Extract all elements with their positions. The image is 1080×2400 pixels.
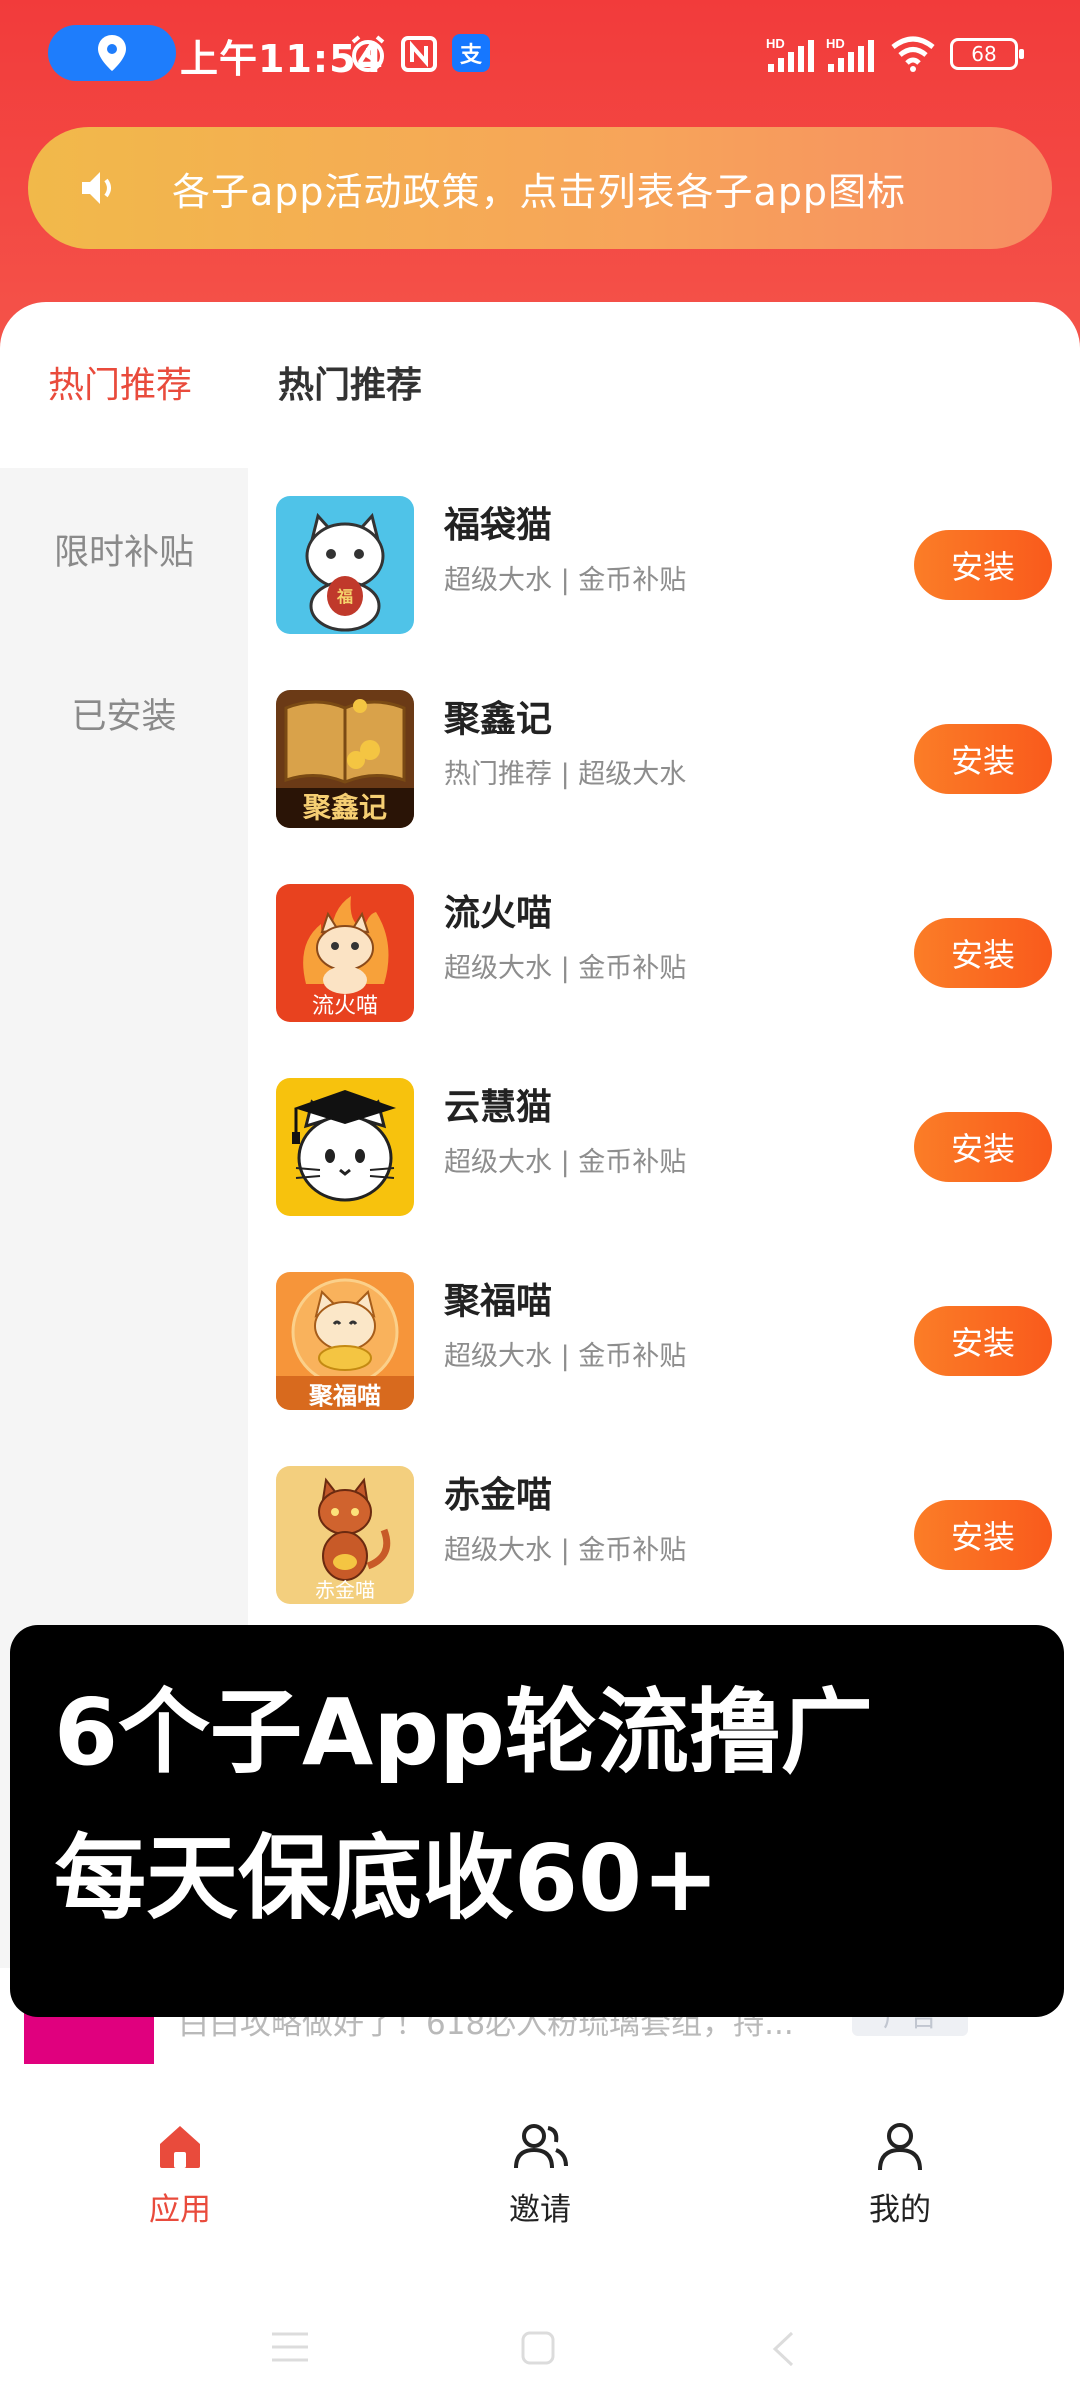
- app-icon-liuhuomiao[interactable]: 流火喵: [276, 884, 414, 1022]
- svg-text:福: 福: [336, 587, 353, 606]
- app-name: 流火喵: [444, 893, 553, 934]
- location-pin-icon: [98, 35, 126, 71]
- app-name: 福袋猫: [444, 505, 553, 546]
- home-icon: [160, 2126, 200, 2168]
- list-item: 云慧猫 超级大水 | 金币补贴 安装: [248, 1050, 1080, 1244]
- app-name: 聚鑫记: [444, 699, 553, 740]
- back-icon[interactable]: [770, 2330, 796, 2368]
- system-nav-bar: [0, 2290, 1080, 2400]
- notice-banner[interactable]: 各子app活动政策，点击列表各子app图标: [28, 127, 1052, 249]
- nav-label-apps: 应用: [149, 2192, 211, 2228]
- caption-line-2: 每天保底收60+: [54, 1825, 720, 1932]
- notice-text: 各子app活动政策，点击列表各子app图标: [172, 169, 907, 214]
- app-tags: 超级大水 | 金币补贴: [444, 1341, 687, 1372]
- promo-caption-overlay: 6个子App轮流撸广 每天保底收60+: [10, 1625, 1064, 2017]
- app-tags: 超级大水 | 金币补贴: [444, 953, 687, 984]
- caption-line-1: 6个子App轮流撸广: [54, 1679, 873, 1786]
- battery-indicator: 68: [950, 38, 1024, 70]
- nav-item-invite[interactable]: 邀请: [460, 2120, 620, 2230]
- tab-hot-recommend-active[interactable]: 热门推荐: [48, 356, 192, 408]
- nav-label-me: 我的: [869, 2192, 931, 2228]
- install-button[interactable]: 安装: [914, 724, 1052, 794]
- status-bar: 上午11:54 支 HD HD 68: [0, 0, 1080, 110]
- list-item: 聚鑫记 聚鑫记 热门推荐 | 超级大水 安装: [248, 662, 1080, 856]
- install-button[interactable]: 安装: [914, 1500, 1052, 1570]
- app-icon-chijinmiao[interactable]: 赤金喵: [276, 1466, 414, 1604]
- app-name: 赤金喵: [444, 1475, 553, 1516]
- home-button-icon[interactable]: [520, 2330, 556, 2366]
- profile-icon: [878, 2123, 922, 2171]
- location-pill[interactable]: [48, 25, 176, 81]
- signal-icon-1: HD: [766, 32, 822, 76]
- sidebar-item-limited-subsidy[interactable]: 限时补贴: [0, 524, 248, 575]
- wifi-icon: [890, 32, 936, 76]
- app-icon-jufumiao[interactable]: 聚福喵: [276, 1272, 414, 1410]
- app-tags: 热门推荐 | 超级大水: [444, 759, 687, 790]
- app-icon-caption: 赤金喵: [315, 1578, 375, 1602]
- nav-label-invite: 邀请: [509, 2192, 571, 2228]
- app-tags: 超级大水 | 金币补贴: [444, 1535, 687, 1566]
- app-icon-caption: 流火喵: [311, 994, 378, 1019]
- list-item: 流火喵 流火喵 超级大水 | 金币补贴 安装: [248, 856, 1080, 1050]
- app-icon-juxinji[interactable]: 聚鑫记: [276, 690, 414, 828]
- speaker-icon: [82, 172, 111, 204]
- tab-hot-recommend[interactable]: 热门推荐: [278, 356, 422, 408]
- app-tags: 超级大水 | 金币补贴: [444, 565, 687, 596]
- signal-icon-2: HD: [826, 32, 882, 76]
- list-item: 聚福喵 聚福喵 超级大水 | 金币补贴 安装: [248, 1244, 1080, 1438]
- users-icon: [514, 2124, 568, 2169]
- list-item: 赤金喵 赤金喵 超级大水 | 金币补贴 安装: [248, 1438, 1080, 1632]
- nav-item-apps[interactable]: 应用: [100, 2120, 260, 2230]
- nfc-icon: [400, 32, 438, 76]
- app-icon-fudaimao[interactable]: 福: [276, 496, 414, 634]
- app-name: 云慧猫: [444, 1087, 553, 1128]
- install-button[interactable]: 安装: [914, 1306, 1052, 1376]
- alipay-icon: 支: [452, 34, 490, 72]
- app-name: 聚福喵: [444, 1281, 553, 1322]
- install-button[interactable]: 安装: [914, 530, 1052, 600]
- alarm-icon: [348, 32, 388, 76]
- app-icon-caption: 聚福喵: [309, 1382, 381, 1410]
- menu-icon[interactable]: [270, 2330, 310, 2364]
- sidebar-item-installed[interactable]: 已安装: [0, 688, 248, 739]
- bottom-nav: 应用 邀请 我的: [0, 2080, 1080, 2228]
- svg-text:HD: HD: [766, 36, 785, 51]
- nav-item-me[interactable]: 我的: [820, 2120, 980, 2230]
- app-icon-yunhuimao[interactable]: [276, 1078, 414, 1216]
- svg-text:HD: HD: [826, 36, 845, 51]
- app-tags: 超级大水 | 金币补贴: [444, 1147, 687, 1178]
- install-button[interactable]: 安装: [914, 918, 1052, 988]
- list-item: 福 福袋猫 超级大水 | 金币补贴 安装: [248, 468, 1080, 662]
- app-icon-caption: 聚鑫记: [302, 791, 387, 824]
- install-button[interactable]: 安装: [914, 1112, 1052, 1182]
